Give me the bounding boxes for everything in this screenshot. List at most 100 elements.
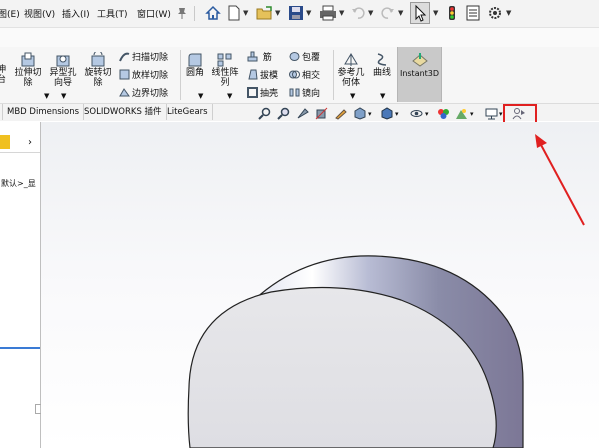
display-style-icon[interactable]	[380, 107, 393, 120]
chevron-down-icon[interactable]: ▾	[368, 110, 372, 118]
draft-label: 拔模	[260, 71, 279, 81]
section-view-icon[interactable]	[315, 107, 328, 120]
hole-wizard-button[interactable]: 异型孔 向导	[48, 52, 78, 88]
chevron-down-icon[interactable]: ▼	[275, 9, 280, 17]
revolve-cut-icon	[90, 50, 106, 67]
chevron-down-icon[interactable]: ▼	[506, 9, 511, 17]
chevron-down-icon[interactable]: ▼	[61, 92, 66, 100]
ribbon-edge-label: 伸 台	[0, 65, 7, 85]
hole-wizard-label: 异型孔 向导	[49, 68, 77, 88]
extrude-cut-button[interactable]: 拉伸切 除	[13, 52, 43, 88]
chevron-down-icon[interactable]: ▼	[433, 9, 438, 17]
boundary-cut-button[interactable]: 边界切除	[119, 87, 168, 100]
lofted-cut-button[interactable]: 放样切除	[119, 69, 168, 82]
print-icon[interactable]	[319, 4, 337, 22]
rebuild-traffic-light-icon[interactable]	[447, 4, 457, 22]
extrude-cut-icon	[20, 52, 36, 67]
chevron-down-icon[interactable]: ▾	[425, 110, 429, 118]
swept-cut-button[interactable]: 扫描切除	[119, 51, 168, 64]
apply-scene-icon[interactable]	[455, 107, 468, 120]
instant3d-icon	[411, 51, 429, 67]
intersect-label: 相交	[302, 71, 321, 81]
menu-window[interactable]: 窗口(W)	[137, 7, 171, 20]
tab-litegears[interactable]: LiteGears	[163, 104, 213, 120]
open-folder-icon[interactable]	[256, 4, 274, 22]
view-orientation-icon[interactable]	[353, 107, 366, 120]
chevron-down-icon[interactable]: ▼	[306, 9, 311, 17]
dynamic-annotation-icon[interactable]	[334, 107, 347, 120]
zoom-to-area-icon[interactable]	[277, 107, 290, 120]
linear-pattern-label: 线性阵 列	[211, 68, 239, 88]
menu-tools[interactable]: 工具(T)	[97, 7, 128, 20]
chevron-down-icon[interactable]: ▼	[350, 92, 355, 100]
chevron-down-icon[interactable]: ▼	[398, 9, 403, 17]
mirror-label: 镜向	[302, 89, 321, 99]
instant3d-button[interactable]: Instant3D	[397, 47, 442, 102]
shell-icon	[247, 87, 258, 98]
select-pointer-button[interactable]	[410, 2, 430, 24]
chevron-down-icon[interactable]: ▼	[380, 92, 385, 100]
hole-wizard-icon	[55, 52, 71, 67]
view-settings-monitor-icon[interactable]	[485, 107, 498, 120]
boundary-cut-label: 边界切除	[132, 89, 169, 99]
ribbon-separator	[180, 50, 181, 100]
annotation-arrow	[535, 134, 585, 226]
tab-mbd-dimensions[interactable]: MBD Dimensions	[3, 104, 85, 120]
intersect-icon	[289, 69, 300, 80]
lofted-cut-icon	[119, 69, 130, 80]
curves-button[interactable]: 曲线	[370, 52, 394, 78]
save-icon[interactable]	[288, 4, 304, 22]
graphics-area[interactable]	[41, 122, 599, 448]
menu-edit[interactable]: 图(E)	[0, 7, 20, 20]
previous-view-icon[interactable]	[296, 107, 309, 120]
zoom-to-fit-icon[interactable]	[258, 107, 271, 120]
redo-icon[interactable]	[381, 4, 395, 22]
extrude-cut-label: 拉伸切 除	[14, 68, 42, 88]
chevron-down-icon[interactable]: ▾	[499, 110, 503, 118]
file-properties-icon[interactable]	[466, 4, 480, 22]
chevron-down-icon[interactable]: ▾	[395, 110, 399, 118]
chevron-down-icon[interactable]: ▼	[227, 92, 232, 100]
fillet-label: 圆角	[185, 68, 204, 78]
edit-appearance-icon[interactable]	[437, 107, 450, 120]
revolve-cut-button[interactable]: 旋转切 除	[83, 50, 113, 88]
menu-insert[interactable]: 插入(I)	[62, 7, 90, 20]
linear-pattern-button[interactable]: 线性阵 列	[210, 52, 240, 88]
panel-tab-icon[interactable]	[0, 135, 10, 149]
chevron-down-icon[interactable]: ▼	[44, 92, 49, 100]
shell-button[interactable]: 抽壳	[247, 87, 278, 100]
curves-label: 曲线	[372, 68, 391, 78]
wrap-label: 包覆	[302, 53, 321, 63]
new-document-icon[interactable]	[227, 4, 241, 22]
reference-geometry-button[interactable]: 参考几 何体	[336, 52, 366, 88]
gear-icon[interactable]	[487, 4, 503, 22]
chevron-down-icon[interactable]: ▼	[339, 9, 344, 17]
menu-view[interactable]: 视图(V)	[24, 7, 55, 20]
tab-solidworks-addins[interactable]: SOLIDWORKS 插件	[80, 104, 167, 120]
lofted-cut-label: 放样切除	[132, 71, 169, 81]
pin-icon[interactable]	[176, 4, 188, 22]
cylinder-model[interactable]	[41, 122, 599, 448]
chevron-down-icon[interactable]: ▼	[243, 9, 248, 17]
mirror-icon	[289, 87, 300, 98]
panel-splitter[interactable]	[0, 347, 40, 349]
draft-icon	[247, 69, 258, 80]
wrap-button[interactable]: 包覆	[289, 51, 320, 64]
chevron-down-icon[interactable]: ▼	[368, 9, 373, 17]
intersect-button[interactable]: 相交	[289, 69, 320, 82]
reference-geometry-label: 参考几 何体	[337, 68, 365, 88]
mirror-button[interactable]: 镜向	[289, 87, 320, 100]
draft-button[interactable]: 拔模	[247, 69, 278, 82]
rib-button[interactable]: 筋	[247, 51, 272, 64]
chevron-down-icon[interactable]: ▼	[198, 92, 203, 100]
curves-icon	[374, 52, 390, 67]
chevron-right-icon[interactable]: ›	[28, 137, 32, 148]
swept-cut-label: 扫描切除	[132, 53, 169, 63]
chevron-down-icon[interactable]: ▾	[470, 110, 474, 118]
swept-cut-icon	[119, 51, 130, 62]
home-icon[interactable]	[205, 4, 221, 22]
shell-label: 抽壳	[260, 89, 279, 99]
fillet-button[interactable]: 圆角	[184, 52, 206, 78]
hide-show-items-icon[interactable]	[410, 107, 423, 120]
undo-icon[interactable]	[351, 4, 365, 22]
